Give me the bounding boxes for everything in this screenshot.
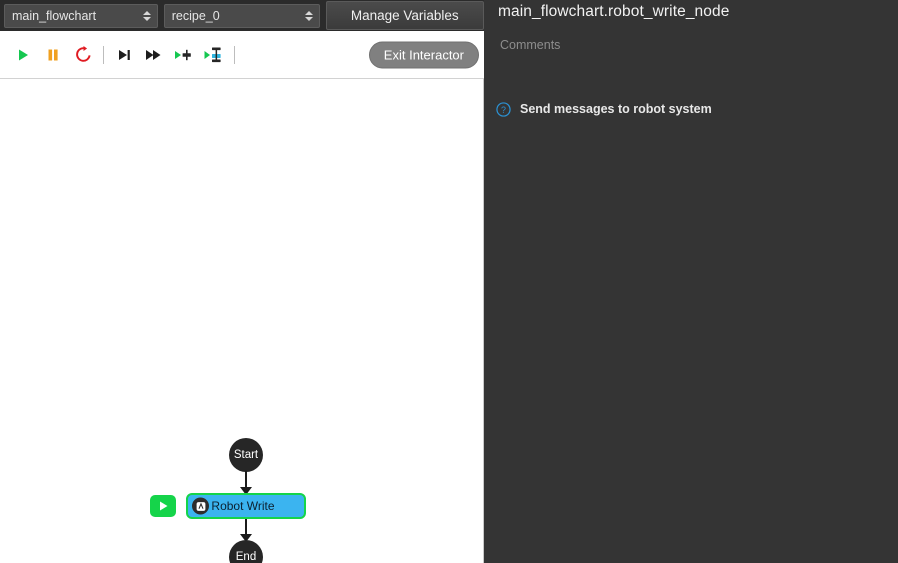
playback-toolbar: Exit Interactor bbox=[0, 31, 484, 79]
selector-bar: main_flowchart recipe_0 Manage Variables bbox=[0, 0, 484, 31]
flowchart-canvas[interactable]: Start Robot Write End bbox=[0, 79, 484, 563]
toolbar-divider bbox=[103, 45, 104, 64]
exit-interactor-button[interactable]: Exit Interactor bbox=[368, 41, 479, 68]
page-title: main_flowchart.robot_write_node bbox=[498, 3, 730, 20]
play-icon bbox=[159, 501, 167, 511]
flowchart-select[interactable]: main_flowchart bbox=[4, 3, 158, 28]
step-over-button[interactable] bbox=[109, 40, 139, 70]
pause-icon bbox=[48, 49, 58, 60]
robot-glyph-icon bbox=[196, 501, 205, 511]
node-description-row: ? Send messages to robot system bbox=[492, 98, 892, 120]
node-description: Send messages to robot system bbox=[520, 102, 712, 116]
run-selected-node-button[interactable] bbox=[199, 40, 229, 70]
chevron-updown-icon bbox=[143, 9, 152, 23]
reset-button[interactable] bbox=[68, 40, 98, 70]
comments-input[interactable]: Comments bbox=[492, 32, 892, 88]
chevron-updown-icon bbox=[305, 9, 314, 23]
reload-icon bbox=[75, 46, 91, 62]
node-start-label: Start bbox=[233, 449, 259, 461]
run-node-badge[interactable] bbox=[150, 495, 176, 517]
run-to-node-button[interactable] bbox=[169, 40, 199, 70]
run-selected-node-icon bbox=[204, 47, 221, 62]
step-next-icon bbox=[119, 49, 130, 60]
flowchart-node-robot-write[interactable]: Robot Write bbox=[186, 493, 306, 519]
svg-text:?: ? bbox=[501, 104, 506, 114]
help-icon[interactable]: ? bbox=[496, 101, 511, 117]
pause-button[interactable] bbox=[38, 40, 68, 70]
fast-forward-icon bbox=[146, 49, 161, 60]
run-to-node-icon bbox=[175, 49, 191, 60]
manage-variables-button[interactable]: Manage Variables bbox=[325, 1, 484, 30]
flowchart-select-value: main_flowchart bbox=[12, 8, 97, 23]
robot-write-node-icon bbox=[192, 497, 209, 515]
flowchart-node-start[interactable]: Start bbox=[229, 438, 263, 472]
flowchart-node-end[interactable]: End bbox=[229, 540, 263, 563]
recipe-select-value: recipe_0 bbox=[171, 8, 220, 23]
step-forward-button[interactable] bbox=[139, 40, 169, 70]
recipe-select[interactable]: recipe_0 bbox=[163, 3, 320, 28]
application-window: main_flowchart recipe_0 Manage Variables bbox=[0, 0, 898, 563]
node-inspector-pane: main_flowchart.robot_write_node Comments… bbox=[484, 0, 898, 563]
flowchart-pane: main_flowchart recipe_0 Manage Variables bbox=[0, 0, 484, 563]
run-button[interactable] bbox=[8, 40, 38, 70]
toolbar-divider bbox=[234, 45, 235, 64]
node-end-label: End bbox=[235, 551, 257, 563]
play-icon bbox=[19, 49, 28, 60]
